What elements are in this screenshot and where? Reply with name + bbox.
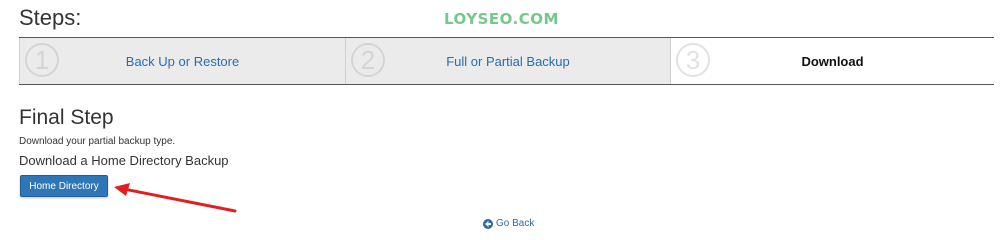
step-number-circle: 2 [351,43,385,77]
wizard-stepper: 1 Back Up or Restore 2 Full or Partial B… [19,37,994,85]
step-download: 3 Download [671,38,994,84]
final-step-title: Final Step [19,106,114,129]
step-number-circle: 1 [25,43,59,77]
step-label[interactable]: Back Up or Restore [126,54,239,69]
red-arrow-icon [114,183,237,213]
go-back-label[interactable]: Go Back [496,218,534,229]
step-number-circle: 3 [676,43,710,77]
step-back-up-or-restore[interactable]: 1 Back Up or Restore [19,38,346,84]
circle-arrow-left-icon [483,218,493,229]
watermark-text: LOYSEO.COM [444,10,559,28]
final-step-description: Download your partial backup type. [19,136,176,147]
home-directory-button[interactable]: Home Directory [20,175,108,197]
home-directory-backup-heading: Download a Home Directory Backup [19,153,229,168]
step-full-or-partial-backup[interactable]: 2 Full or Partial Backup [346,38,671,84]
backup-wizard-page: Steps: LOYSEO.COM 1 Back Up or Restore 2… [0,0,1000,240]
step-label: Download [801,53,864,69]
steps-heading: Steps: [19,5,82,30]
go-back-link[interactable]: Go Back [483,218,534,229]
step-label[interactable]: Full or Partial Backup [446,54,570,69]
